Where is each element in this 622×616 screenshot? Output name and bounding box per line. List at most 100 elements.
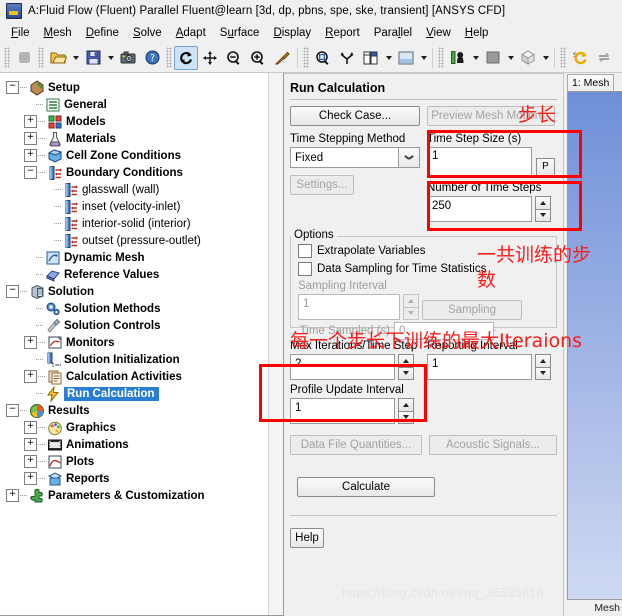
tree-expander[interactable]: +: [24, 472, 37, 485]
time-step-size-parameter-button[interactable]: P: [536, 158, 555, 177]
tree-node-cell-zone-conditions[interactable]: + Cell Zone Conditions: [6, 147, 283, 164]
extrapolate-variables-checkbox[interactable]: [298, 244, 312, 258]
toolbar-grip-4[interactable]: [303, 47, 309, 68]
settings-button[interactable]: Settings...: [290, 175, 354, 195]
tree-node-glasswall-wall[interactable]: glasswall (wall): [6, 181, 283, 198]
stepper-down[interactable]: [403, 306, 419, 320]
stepper-up[interactable]: [398, 398, 414, 411]
tree-node-solution[interactable]: − Solution: [6, 283, 283, 300]
calculate-button[interactable]: Calculate: [297, 477, 435, 497]
tree-node-run-calculation[interactable]: Run Calculation: [6, 384, 283, 403]
profile-update-interval-input[interactable]: 1: [290, 398, 395, 424]
sampling-interval-stepper[interactable]: [403, 294, 419, 320]
color-dropdown-arrow[interactable]: [505, 47, 516, 69]
menu-item-adapt[interactable]: Adapt: [169, 25, 213, 41]
graphics-canvas[interactable]: [567, 91, 622, 600]
tree-node-materials[interactable]: + Materials: [6, 130, 283, 147]
max-iterations-stepper[interactable]: [398, 354, 414, 380]
stepper-down[interactable]: [398, 410, 414, 424]
background-color-icon[interactable]: [394, 46, 418, 70]
tree-node-calculation-activities[interactable]: + Calculation Activities: [6, 368, 283, 385]
zoom-to-fit-icon[interactable]: [311, 46, 335, 70]
preview-mesh-motion-button[interactable]: Preview Mesh Motion...: [427, 106, 555, 126]
save-disk-icon[interactable]: [81, 46, 105, 70]
help-button[interactable]: Help: [290, 528, 324, 548]
tree-node-setup[interactable]: − Setup: [6, 79, 283, 96]
rotate-view-icon[interactable]: [174, 45, 198, 70]
toolbar-grip-2[interactable]: [38, 47, 44, 68]
acoustic-signals-button[interactable]: Acoustic Signals...: [428, 435, 557, 455]
tree-expander[interactable]: +: [24, 455, 37, 468]
toolbar-grip-6[interactable]: [560, 47, 566, 68]
profile-update-interval-stepper[interactable]: [398, 398, 414, 424]
sampling-interval-input[interactable]: 1: [298, 294, 400, 320]
tree-node-plots[interactable]: + Plots: [6, 453, 283, 470]
menu-item-parallel[interactable]: Parallel: [367, 25, 419, 41]
reporting-interval-input[interactable]: 1: [427, 354, 532, 380]
extrapolate-variables-row[interactable]: Extrapolate Variables: [298, 243, 556, 259]
tree-expander[interactable]: −: [6, 404, 19, 417]
camera-icon[interactable]: [116, 46, 140, 70]
tree-expander[interactable]: +: [24, 149, 37, 162]
menu-item-help[interactable]: Help: [458, 25, 496, 41]
data-sampling-checkbox[interactable]: [298, 262, 312, 276]
tree-node-dynamic-mesh[interactable]: Dynamic Mesh: [6, 249, 283, 266]
tree-node-solution-initialization[interactable]: t=0Solution Initialization: [6, 351, 283, 369]
tree-node-inset-velocity-inlet[interactable]: inset (velocity-inlet): [6, 198, 283, 215]
time-stepping-method-select[interactable]: Fixed: [290, 147, 420, 168]
data-file-quantities-button[interactable]: Data File Quantities...: [290, 435, 422, 455]
number-of-time-steps-input[interactable]: 250: [427, 196, 532, 222]
help-circle-icon[interactable]: ?: [140, 46, 164, 70]
stepper-down[interactable]: [535, 208, 551, 222]
menu-item-solve[interactable]: Solve: [126, 25, 169, 41]
stepper-up[interactable]: [535, 196, 551, 209]
tree-expander[interactable]: +: [24, 115, 37, 128]
menu-item-file[interactable]: File: [4, 25, 37, 41]
tree-node-models[interactable]: + Models: [6, 113, 283, 130]
background-dropdown-arrow[interactable]: [418, 47, 429, 69]
reporting-interval-stepper[interactable]: [535, 354, 551, 380]
tree-node-monitors[interactable]: + Monitors: [6, 334, 283, 351]
stepper-up[interactable]: [398, 354, 414, 367]
tree-node-general[interactable]: General: [6, 96, 283, 113]
save-dropdown-arrow[interactable]: [105, 47, 116, 69]
color-swatch-icon[interactable]: [481, 46, 505, 70]
toolbar-grip-5[interactable]: [438, 47, 444, 68]
axes-triad-icon[interactable]: [335, 46, 359, 70]
tree-node-interior-solid-interior[interactable]: interior-solid (interior): [6, 215, 283, 232]
stepper-down[interactable]: [535, 366, 551, 380]
lighting-dropdown-arrow[interactable]: [470, 47, 481, 69]
toolbar-grip-3[interactable]: [166, 47, 172, 68]
stepper-down[interactable]: [398, 366, 414, 380]
menu-item-define[interactable]: Define: [79, 25, 126, 41]
render-dropdown-arrow[interactable]: [540, 47, 551, 69]
tree-node-reports[interactable]: + Reports: [6, 470, 283, 487]
layout-panels-icon[interactable]: [359, 46, 383, 70]
chevron-down-icon[interactable]: [398, 147, 420, 168]
menu-item-report[interactable]: Report: [318, 25, 367, 41]
tree-node-reference-values[interactable]: Reference Values: [6, 266, 283, 283]
toolbar-grip[interactable]: [4, 47, 10, 68]
menu-item-mesh[interactable]: Mesh: [37, 25, 79, 41]
tree-expander[interactable]: −: [24, 166, 37, 179]
check-case-button[interactable]: Check Case...: [290, 106, 420, 126]
open-folder-icon[interactable]: [46, 46, 70, 70]
sampling-options-button[interactable]: Sampling Options...: [422, 300, 522, 334]
tree-node-animations[interactable]: + Animations: [6, 436, 283, 453]
menu-item-surface[interactable]: Surface: [213, 25, 267, 41]
tree-expander[interactable]: +: [24, 421, 37, 434]
lighting-head-icon[interactable]: [446, 46, 470, 70]
max-iterations-input[interactable]: 2: [290, 354, 395, 380]
pan-move-icon[interactable]: [198, 46, 222, 70]
tree-node-boundary-conditions[interactable]: − Boundary Conditions: [6, 164, 283, 181]
data-sampling-row[interactable]: Data Sampling for Time Statistics: [298, 261, 556, 277]
tree-expander[interactable]: +: [6, 489, 19, 502]
menu-item-view[interactable]: View: [419, 25, 458, 41]
tree-expander[interactable]: +: [24, 438, 37, 451]
zoom-out-icon[interactable]: [222, 46, 246, 70]
sync-orange-icon[interactable]: S: [568, 46, 592, 70]
tree-expander[interactable]: +: [24, 370, 37, 383]
number-of-time-steps-stepper[interactable]: [535, 196, 551, 222]
open-dropdown-arrow[interactable]: [70, 47, 81, 69]
time-step-size-input[interactable]: 1: [427, 147, 532, 177]
